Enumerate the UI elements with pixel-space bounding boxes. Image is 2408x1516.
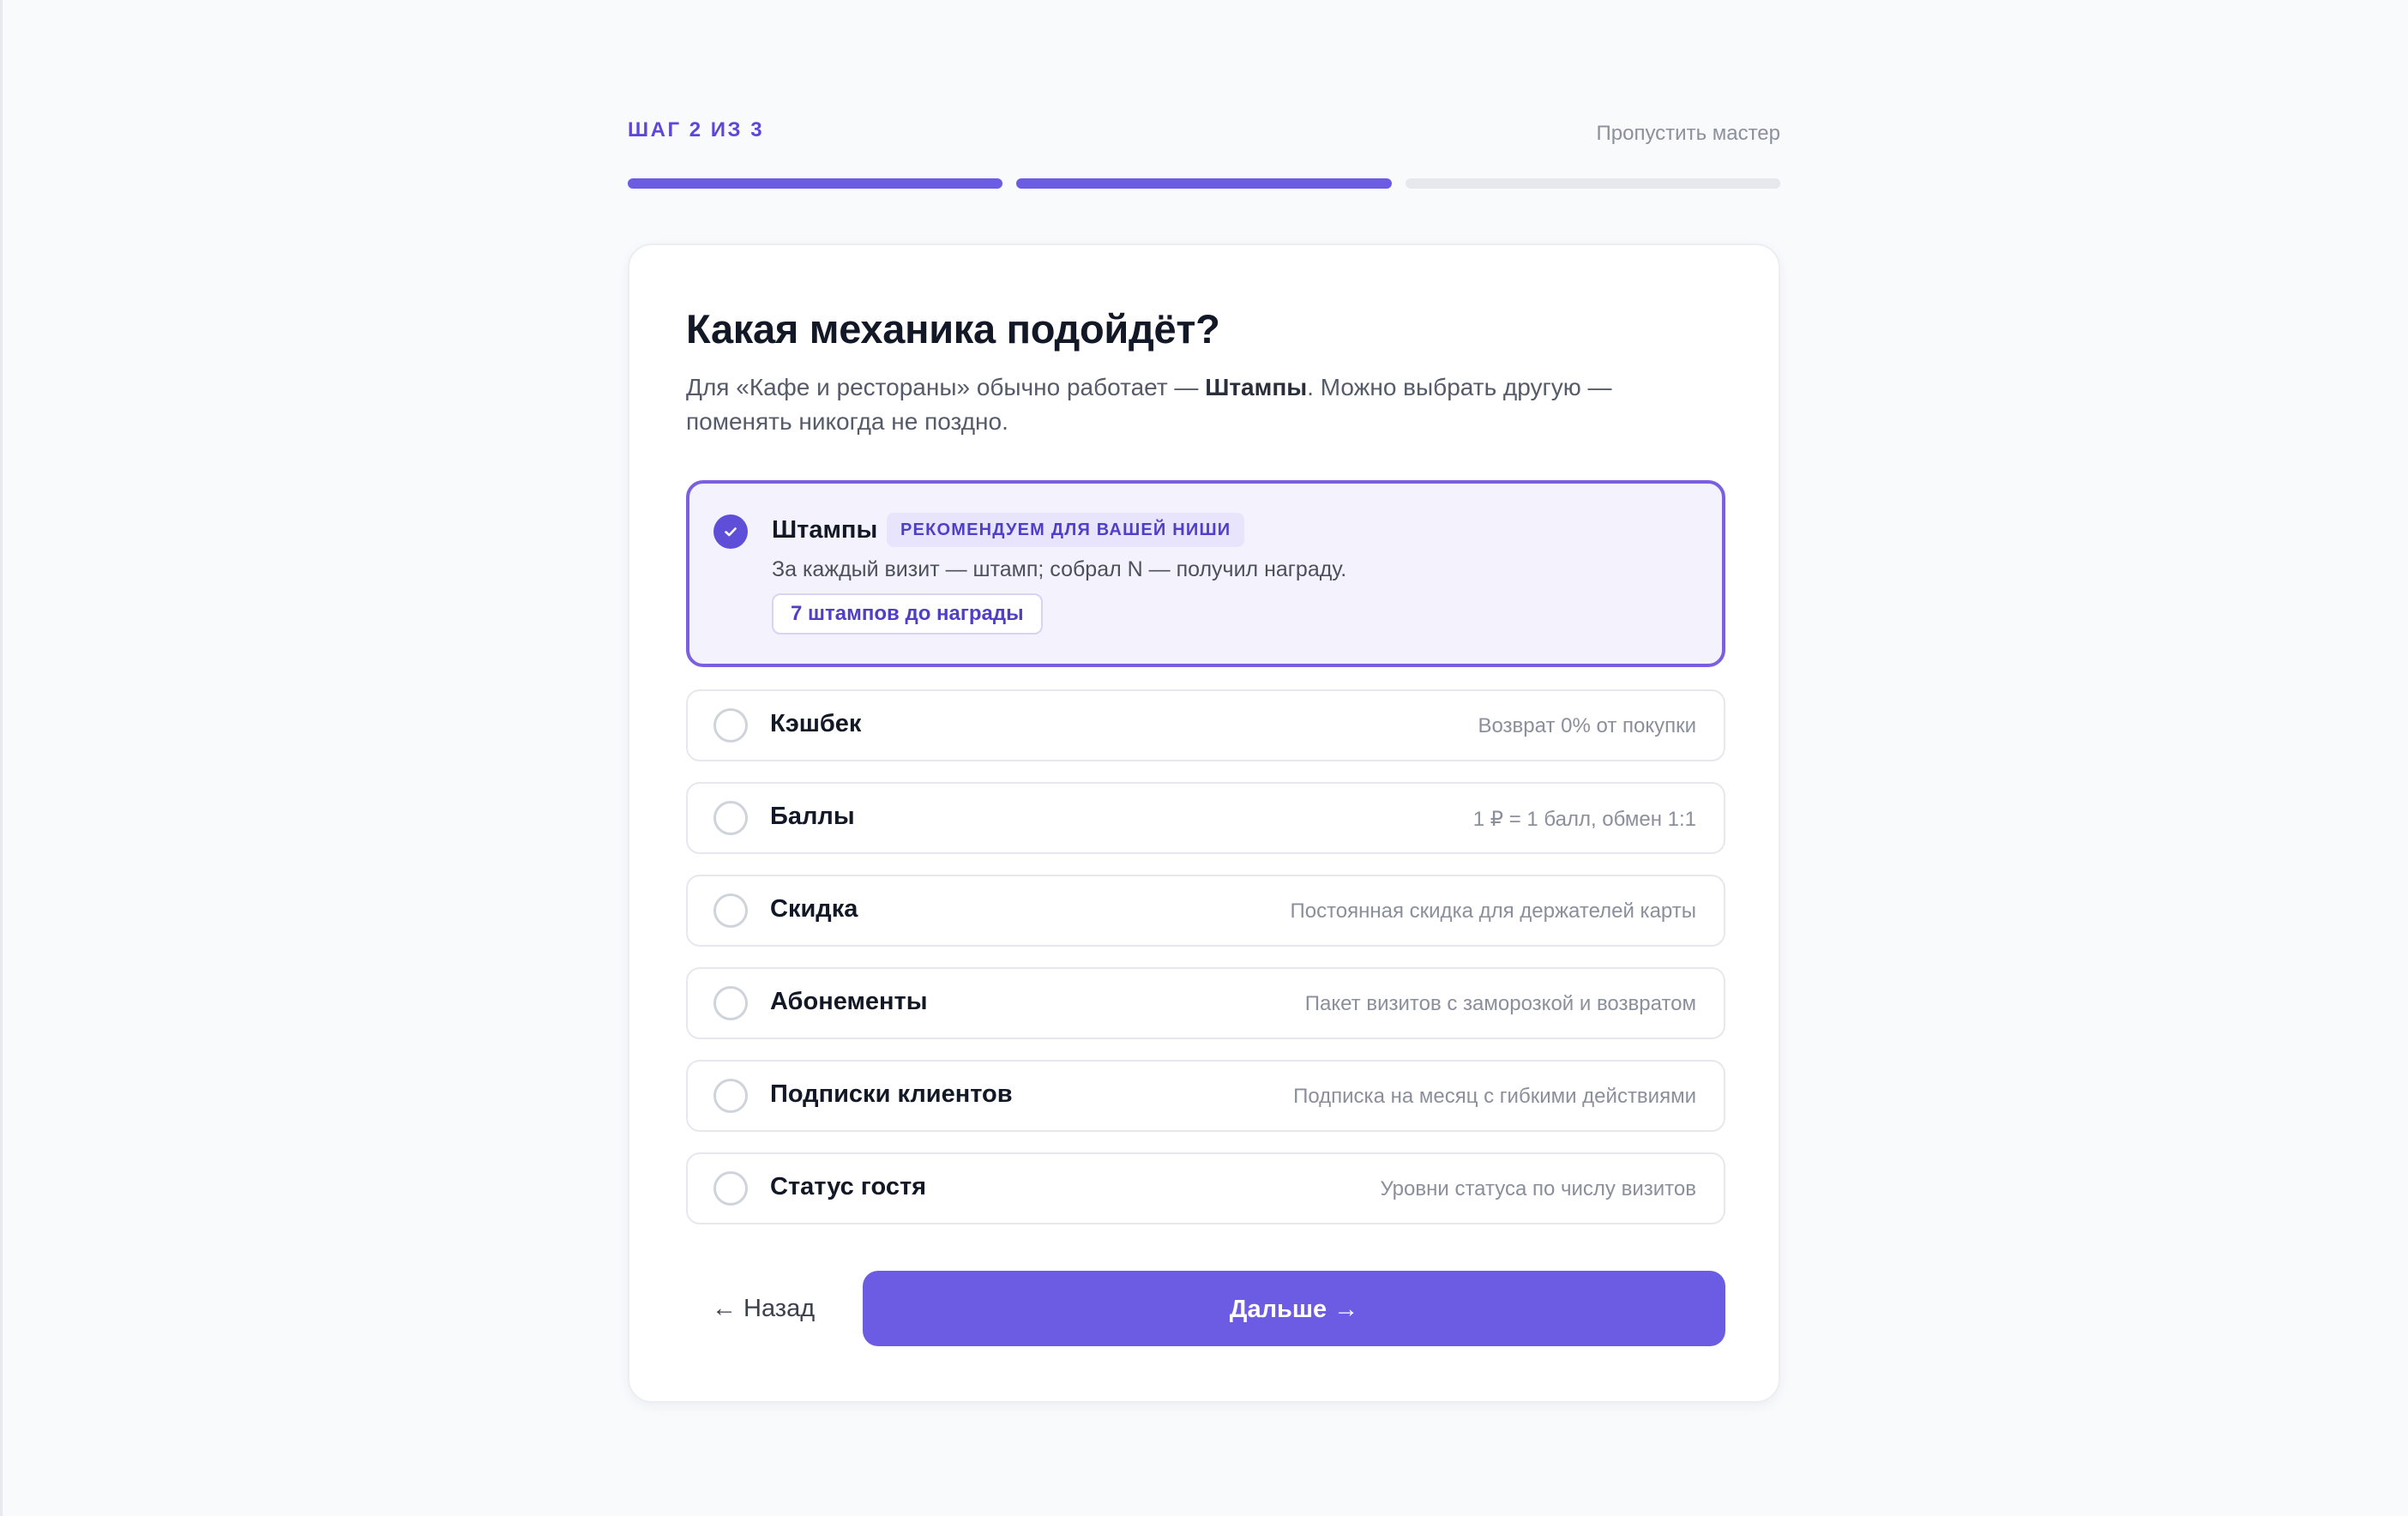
recommended-mechanic-name: Штампы [1205,374,1308,400]
back-button[interactable]: ← Назад [686,1271,840,1346]
option-passes[interactable]: Абонементы Пакет визитов с заморозкой и … [686,967,1725,1039]
option-title: Статус гостя [770,1173,927,1200]
option-subscriptions[interactable]: Подписки клиентов Подписка на месяц с ги… [686,1060,1725,1132]
description-text: Для «Кафе и рестораны» обычно работает — [686,374,1206,400]
window-edge [0,0,3,1516]
option-title: Подписки клиентов [770,1080,1013,1108]
option-description: За каждый визит — штамп; собрал N — полу… [772,557,1347,581]
option-hint: Пакет визитов с заморозкой и возвратом [1304,992,1696,1015]
option-title: Абонементы [770,988,928,1015]
option-cashback[interactable]: Кэшбек Возврат 0% от покупки [686,689,1725,761]
option-hint: Уровни статуса по числу визитов [1380,1177,1696,1200]
radio-unchecked-icon [713,801,748,835]
option-guest-status[interactable]: Статус гостя Уровни статуса по числу виз… [686,1152,1725,1224]
option-title: Баллы [770,803,855,830]
radio-unchecked-icon [713,1079,748,1113]
next-button[interactable]: Дальше → [863,1271,1725,1346]
progress-bar [628,178,1780,189]
progress-segment-1 [628,178,1003,189]
card-description: Для «Кафе и рестораны» обычно работает —… [686,370,1707,439]
step-indicator: ШАГ 2 ИЗ 3 [628,118,765,141]
radio-unchecked-icon [713,708,748,743]
radio-checked-icon [713,514,748,549]
radio-unchecked-icon [713,893,748,928]
page-title: Какая механика подойдёт? [686,306,1220,352]
progress-segment-2 [1016,178,1392,189]
wizard-actions: ← Назад Дальше → [686,1271,1725,1346]
option-title: Штампы [772,516,878,544]
radio-unchecked-icon [713,1171,748,1206]
recommended-badge: РЕКОМЕНДУЕМ ДЛЯ ВАШЕЙ НИШИ [887,513,1245,547]
option-points[interactable]: Баллы 1 ₽ = 1 балл, обмен 1:1 [686,782,1725,854]
option-title: Кэшбек [770,710,862,737]
skip-wizard-link[interactable]: Пропустить мастер [1597,122,1781,146]
option-hint: 1 ₽ = 1 балл, обмен 1:1 [1472,808,1696,831]
radio-unchecked-icon [713,986,748,1020]
option-hint: Возврат 0% от покупки [1478,714,1696,737]
option-stamps[interactable]: Штампы РЕКОМЕНДУЕМ ДЛЯ ВАШЕЙ НИШИ За каж… [686,480,1725,667]
check-icon [725,527,737,537]
wizard-header: ШАГ 2 ИЗ 3 Пропустить мастер [628,117,1780,151]
progress-segment-3 [1405,178,1780,189]
mechanic-card: Какая механика подойдёт? Для «Кафе и рес… [628,244,1780,1403]
option-hint: Постоянная скидка для держателей карты [1290,899,1696,923]
option-hint: Подписка на месяц с гибкими действиями [1293,1085,1696,1108]
option-title: Скидка [770,895,858,923]
stamps-goal-pill[interactable]: 7 штампов до награды [772,593,1043,635]
mechanic-options: Штампы РЕКОМЕНДУЕМ ДЛЯ ВАШЕЙ НИШИ За каж… [686,480,1725,1245]
option-discount[interactable]: Скидка Постоянная скидка для держателей … [686,875,1725,947]
